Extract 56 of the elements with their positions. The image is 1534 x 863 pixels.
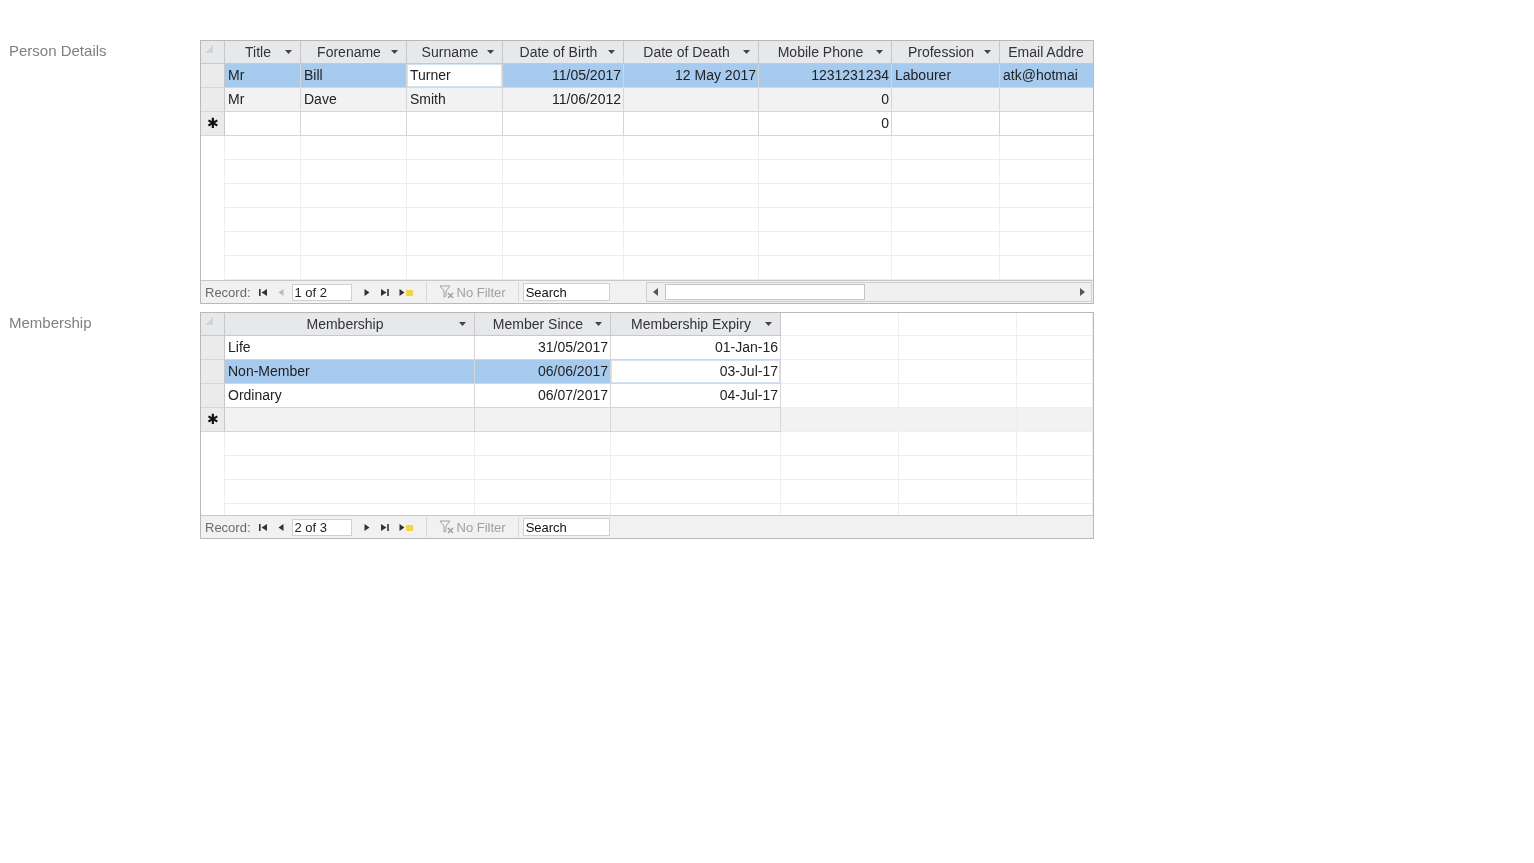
- table-row[interactable]: Mr Bill Turner 11/05/2017 12 May 2017 1231231234 Labourer atk@hotmai: [201, 64, 1093, 88]
- funnel-icon: [438, 520, 455, 534]
- column-header[interactable]: Membership: [225, 313, 475, 336]
- new-record-icon[interactable]: [398, 522, 414, 532]
- table-cell: 03-Jul-17: [611, 360, 781, 384]
- table-row[interactable]: Mr Dave Smith 11/06/2012 0: [201, 88, 1093, 112]
- form-label: Membership: [8, 313, 93, 331]
- last-record-icon[interactable]: [379, 522, 389, 532]
- next-record-icon[interactable]: [363, 287, 370, 297]
- column-header[interactable]: Date of Birth: [503, 41, 624, 64]
- scroll-right-icon[interactable]: [1079, 288, 1085, 296]
- new-record-row[interactable]: ✱ 0: [201, 112, 1093, 136]
- column-header[interactable]: Mobile Phone: [759, 41, 892, 64]
- record-label: Record:: [205, 284, 251, 300]
- next-record-icon[interactable]: [363, 522, 370, 532]
- dropdown-caret-icon[interactable]: [595, 322, 602, 326]
- new-record-marker: ✱: [201, 112, 225, 136]
- new-record-row[interactable]: ✱: [201, 408, 1093, 432]
- first-record-icon[interactable]: [258, 522, 268, 532]
- record-position-field[interactable]: 2 of 3: [291, 518, 352, 536]
- record-position-field[interactable]: 1 of 2: [291, 283, 352, 301]
- column-header[interactable]: Date of Death: [624, 41, 759, 64]
- last-record-icon[interactable]: [379, 287, 389, 297]
- column-header[interactable]: Title: [225, 41, 301, 64]
- column-header[interactable]: Profession: [892, 41, 1000, 64]
- dropdown-caret-icon[interactable]: [391, 50, 398, 54]
- record-label: Record:: [205, 519, 251, 535]
- column-header[interactable]: Email Addre: [1000, 41, 1093, 64]
- scroll-left-icon[interactable]: [653, 288, 659, 296]
- column-header[interactable]: Membership Expiry: [611, 313, 781, 336]
- dropdown-caret-icon[interactable]: [743, 50, 750, 54]
- dropdown-caret-icon[interactable]: [285, 50, 292, 54]
- table-cell: Turner: [407, 64, 503, 88]
- table-cell: 0: [759, 112, 892, 136]
- new-record-marker: ✱: [201, 408, 225, 432]
- column-header[interactable]: Surname: [407, 41, 503, 64]
- table-cell: Non-Member: [225, 360, 475, 384]
- table-row[interactable]: Life 31/05/2017 01-Jan-16: [201, 336, 1093, 360]
- funnel-icon: [438, 285, 455, 299]
- dropdown-caret-icon[interactable]: [984, 50, 991, 54]
- new-record-icon[interactable]: [398, 287, 414, 297]
- search-field[interactable]: Search: [522, 518, 610, 536]
- dropdown-caret-icon[interactable]: [487, 50, 494, 54]
- column-header[interactable]: Member Since: [475, 313, 611, 336]
- horizontal-scrollbar[interactable]: [645, 282, 1092, 302]
- previous-record-icon[interactable]: [277, 522, 284, 532]
- dropdown-caret-icon[interactable]: [765, 322, 772, 326]
- table-row[interactable]: Ordinary 06/07/2017 04-Jul-17: [201, 384, 1093, 408]
- table-row[interactable]: Non-Member 06/06/2017 03-Jul-17: [201, 360, 1093, 384]
- dropdown-caret-icon[interactable]: [876, 50, 883, 54]
- first-record-icon[interactable]: [258, 287, 268, 297]
- search-field[interactable]: Search: [522, 283, 610, 301]
- form-label: Person Details: [8, 41, 108, 59]
- dropdown-caret-icon[interactable]: [459, 322, 466, 326]
- dropdown-caret-icon[interactable]: [608, 50, 615, 54]
- column-header[interactable]: Forename: [301, 41, 407, 64]
